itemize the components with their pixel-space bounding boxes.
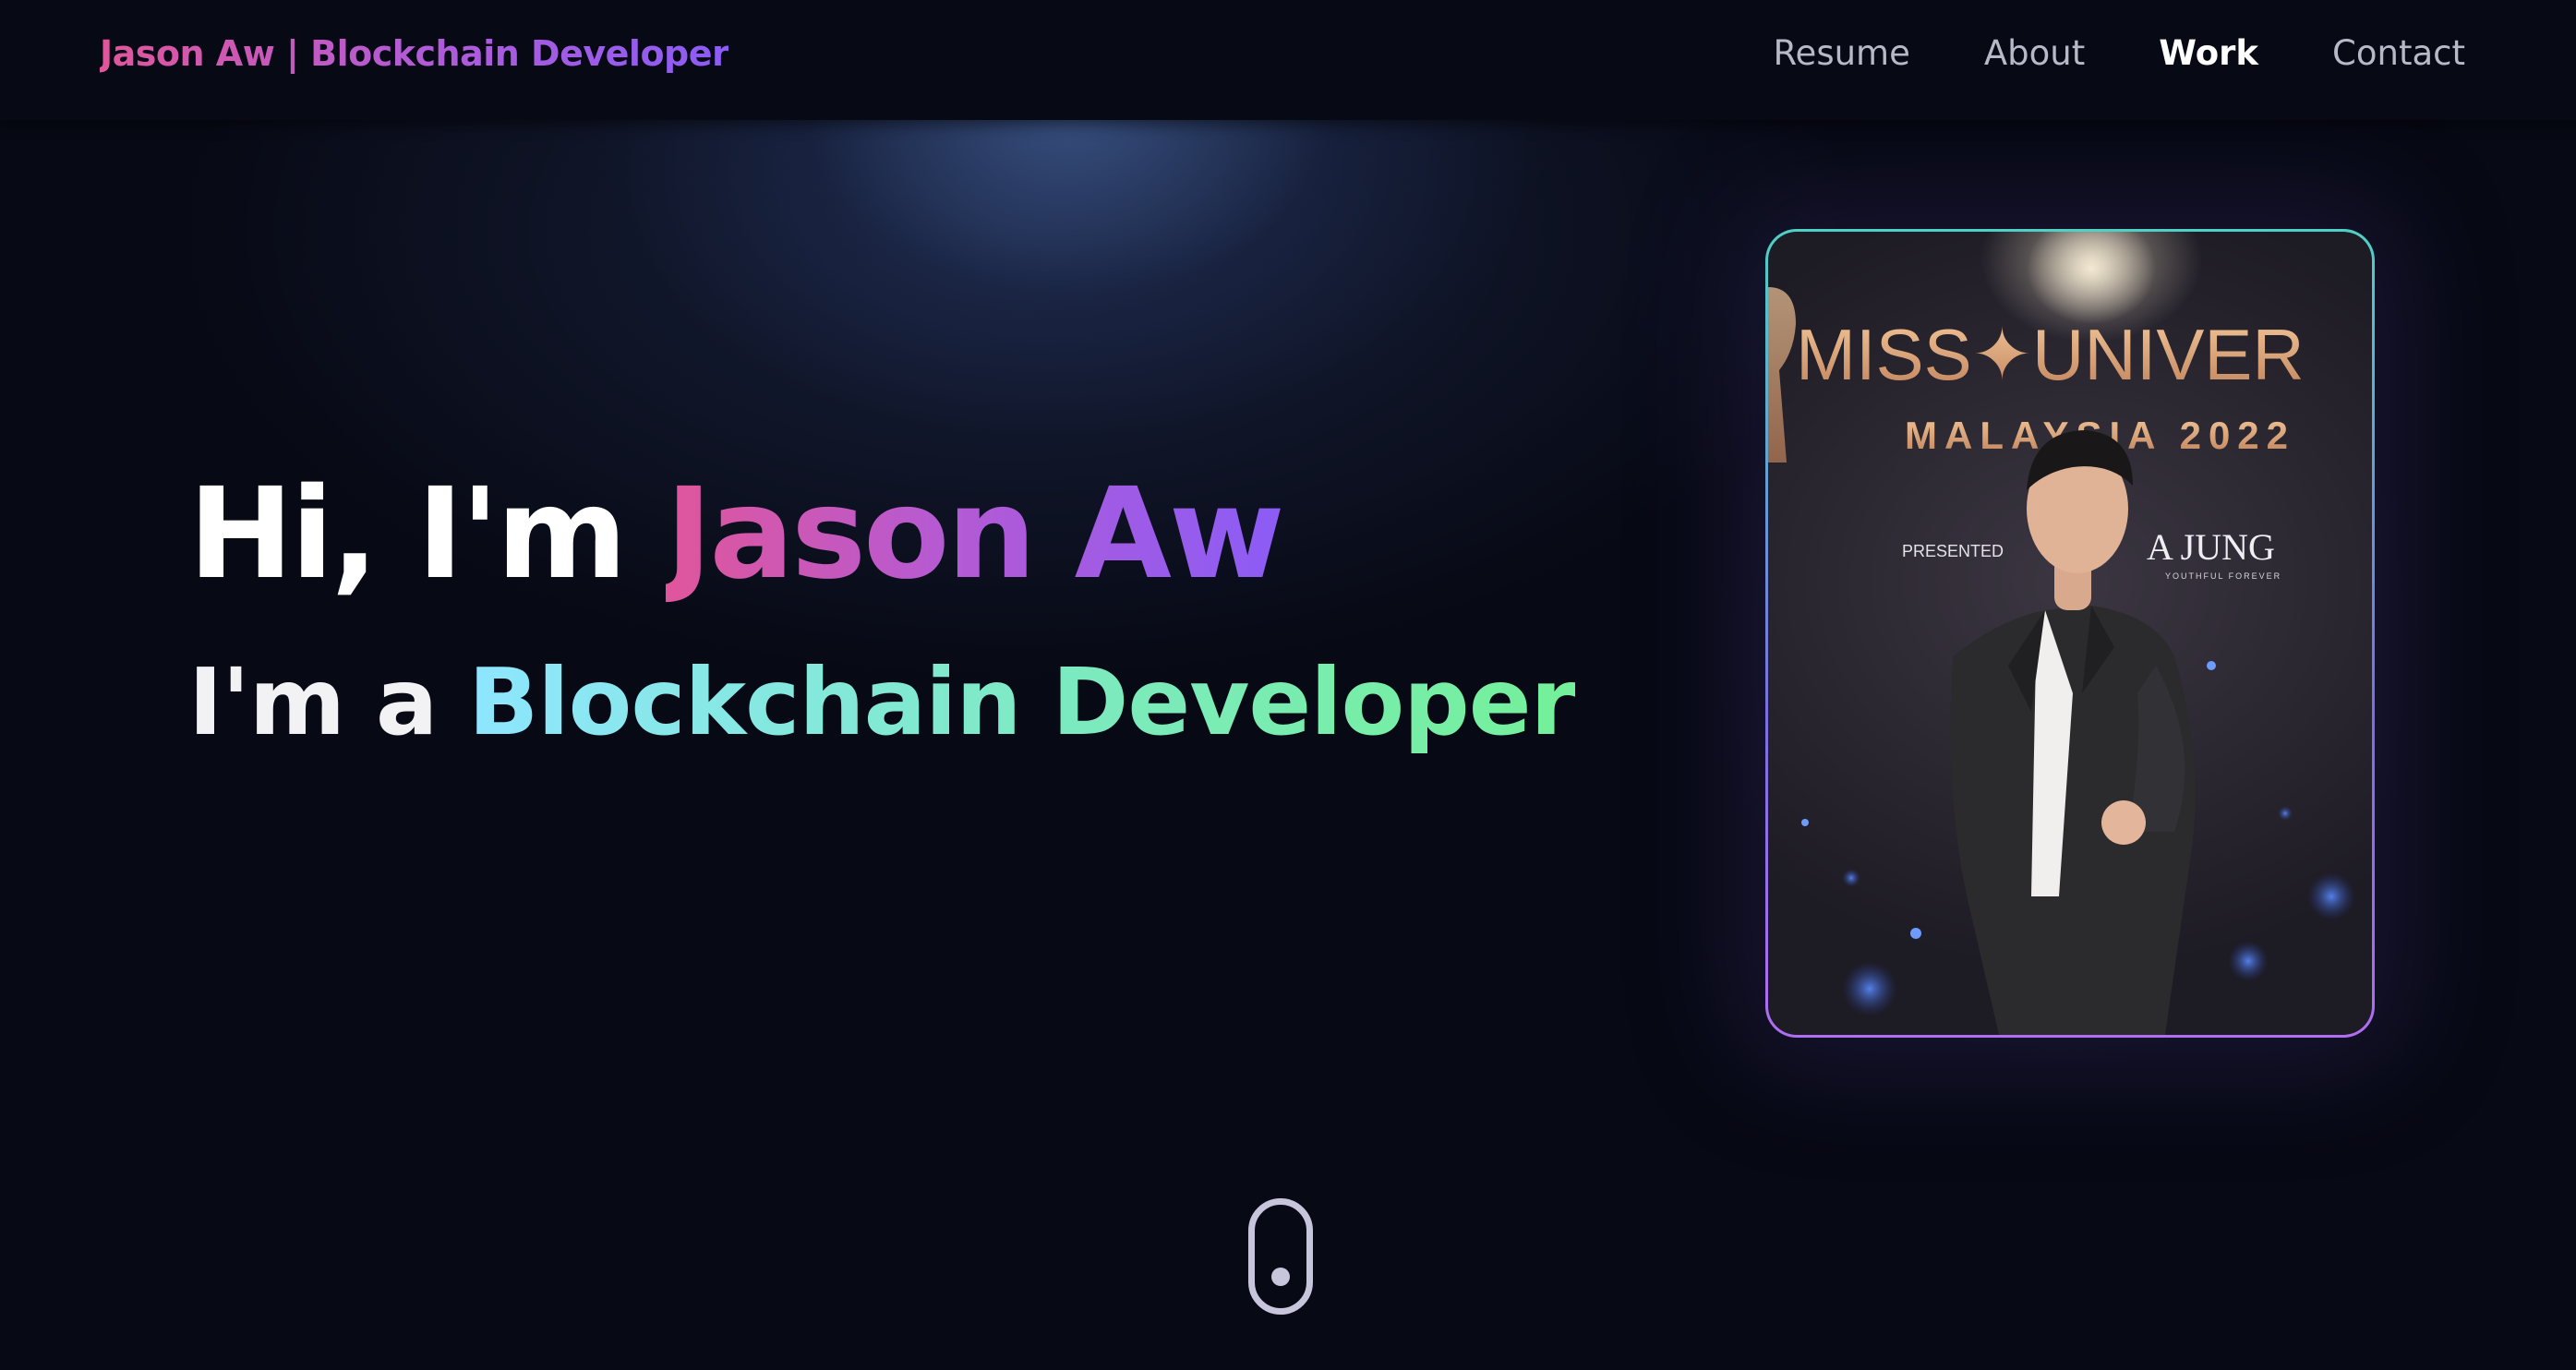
backdrop-sponsor-tagline: YOUTHFUL FOREVER <box>2165 571 2281 581</box>
nav-link-resume[interactable]: Resume <box>1774 33 1910 73</box>
backdrop-title: MISS✦UNIVER <box>1796 314 2305 395</box>
brand-logo[interactable]: Jason Aw | Blockchain Developer <box>100 33 729 74</box>
top-navbar: Jason Aw | Blockchain Developer Resume A… <box>0 0 2576 120</box>
nav-link-contact[interactable]: Contact <box>2332 33 2465 73</box>
nav-link-about[interactable]: About <box>1984 33 2085 73</box>
nav-link-work[interactable]: Work <box>2159 33 2258 73</box>
scroll-wheel-dot <box>1271 1268 1290 1286</box>
hero-title: Hi, I'm Jason Aw <box>188 462 1285 607</box>
hero-subtitle: I'm a Blockchain Developer <box>188 648 1576 756</box>
hero-greeting: Hi, I'm <box>188 462 627 607</box>
profile-photo: MISS✦UNIVER MALAYSIA 2022 PRESENTED A JU… <box>1768 232 2372 1035</box>
profile-photo-illustration: MISS✦UNIVER MALAYSIA 2022 PRESENTED A JU… <box>1768 232 2355 1035</box>
backdrop-sponsor: A JUNG <box>2147 526 2275 568</box>
backdrop-presented: PRESENTED <box>1902 542 2004 560</box>
hero-role: Blockchain Developer <box>468 648 1576 756</box>
hero-name: Jason Aw <box>665 462 1285 607</box>
hero-role-prefix: I'm a <box>188 648 438 756</box>
profile-photo-frame: MISS✦UNIVER MALAYSIA 2022 PRESENTED A JU… <box>1765 229 2375 1038</box>
main-nav: Resume About Work Contact <box>1774 33 2465 73</box>
page: Jason Aw | Blockchain Developer Resume A… <box>0 0 2576 1370</box>
mouse-scroll-icon[interactable] <box>1248 1198 1313 1315</box>
